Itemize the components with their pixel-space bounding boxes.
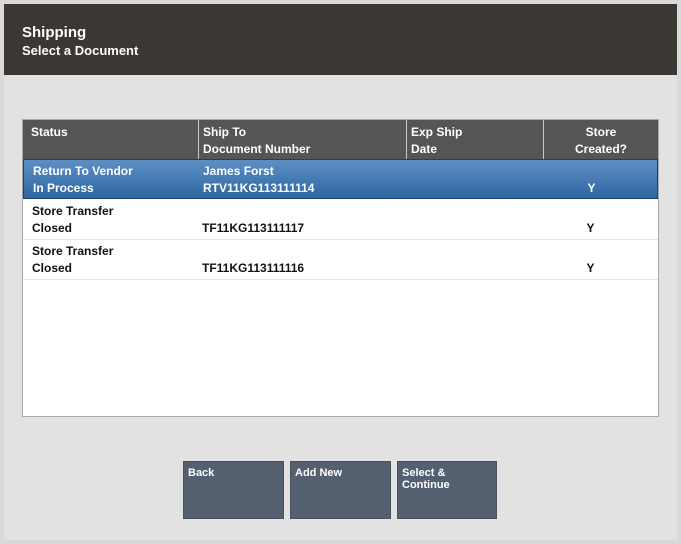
header-bar: Shipping Select a Document [4,4,677,75]
table-row[interactable]: Return To Vendor In Process James Forst … [23,159,658,199]
cell-exp-ship-date [411,160,541,200]
cell-exp-ship-date [410,200,540,240]
cell-store-created: Y [586,221,595,235]
app-window: Shipping Select a Document Status Ship T… [4,4,677,540]
cell-status: Return To Vendor In Process [33,164,133,195]
cell-ship-to: TF11KG113111116 [202,261,305,275]
page-subtitle: Select a Document [22,43,139,58]
column-header-store-created: Store Created? [543,120,658,159]
cell-ship-to: TF11KG113111117 [202,221,305,235]
cell-status: Store Transfer Closed [32,204,114,235]
back-button[interactable]: Back [183,461,284,519]
documents-table: Status Ship To Document Number Exp Ship … [22,119,659,417]
column-header-status: Status [31,125,68,139]
column-header-ship-to: Ship To Document Number [198,120,406,159]
page-title: Shipping [22,24,87,41]
add-new-button[interactable]: Add New [290,461,391,519]
cell-exp-ship-date [410,240,540,280]
table-row[interactable]: Store Transfer Closed TF11KG113111117 Y [23,200,658,240]
column-header-exp-ship-date: Exp Ship Date [406,120,543,159]
table-header: Status Ship To Document Number Exp Ship … [23,120,658,159]
table-row[interactable]: Store Transfer Closed TF11KG113111116 Y [23,240,658,280]
cell-store-created: Y [586,261,595,275]
cell-status: Store Transfer Closed [32,244,114,275]
cell-store-created: Y [587,181,596,195]
select-continue-button[interactable]: Select & Continue [397,461,497,519]
cell-ship-to: James Forst RTV11KG113111114 [203,164,315,195]
